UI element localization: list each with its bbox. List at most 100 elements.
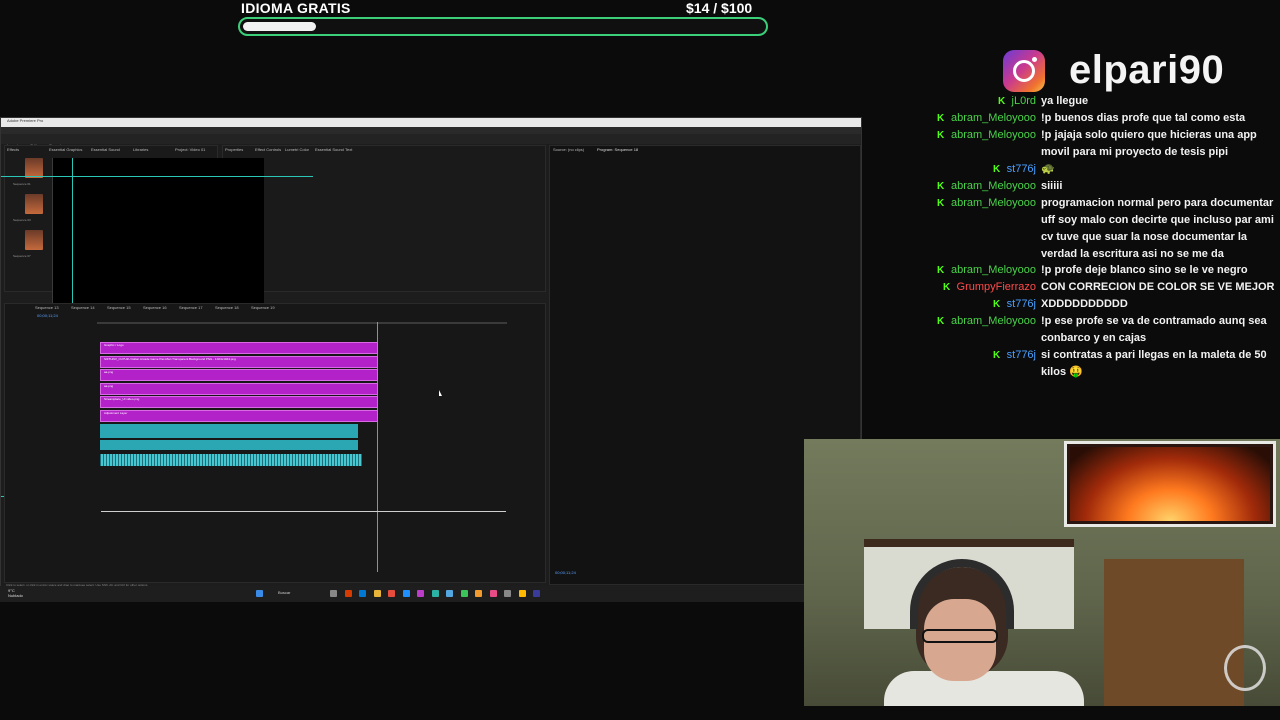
project-thumbnail[interactable] <box>25 194 43 214</box>
brand-name: elpari90 <box>1069 48 1225 92</box>
workspace-tabs: ImportEditExport <box>1 134 861 148</box>
goal-title: IDIOMA GRATIS <box>241 0 351 16</box>
stream-layout: IDIOMA GRATIS $14 / $100 elpari90 KjL0rd… <box>0 0 1280 720</box>
clip-label: SIFTHNV_CU7U2U Italian Arcade Game Pac-M… <box>104 356 236 361</box>
taskbar-app-icon[interactable] <box>460 590 468 597</box>
chat-username[interactable]: abram_Meloyooo <box>951 313 1036 330</box>
project-item-label: Sequence 03 <box>13 218 31 222</box>
project-tab[interactable]: Libraries <box>133 147 148 152</box>
kick-icon: K <box>937 198 945 209</box>
desk <box>1104 559 1244 706</box>
watermark-logo <box>1224 645 1266 691</box>
chat-username[interactable]: abram_Meloyooo <box>951 110 1036 127</box>
window-title: Adobe Premiere Pro <box>7 118 44 123</box>
project-tab[interactable]: Project: Video 01 <box>175 147 205 152</box>
chat-text: siiiii <box>1041 180 1063 192</box>
video-clip[interactable]: aa.png <box>100 382 378 395</box>
chat-text: programacion normal pero para documentar… <box>1041 197 1274 260</box>
weather-widget[interactable]: 9°C Nublado <box>8 588 23 598</box>
video-clip[interactable]: Adjustment Layer <box>100 410 378 422</box>
project-tab[interactable]: Essential Graphics <box>49 147 82 152</box>
effect-tab[interactable]: Text <box>345 147 352 152</box>
chat-username[interactable]: jL0rd <box>1012 93 1036 110</box>
chat-message: KjL0rd ya llegue <box>920 93 1280 110</box>
timeline-clips: Graphic / Logo SIFTHNV_CU7U2U Italian Arc… <box>5 304 547 584</box>
chat-username[interactable]: abram_Meloyooo <box>951 178 1036 195</box>
kick-icon: K <box>937 316 945 327</box>
chat-text: XDDDDDDDDDD <box>1041 298 1128 310</box>
kick-icon: K <box>937 130 945 141</box>
taskbar-app-icon[interactable] <box>359 590 366 597</box>
video-clip[interactable]: Streamplace_UI video.png <box>100 396 378 409</box>
effect-tab[interactable]: Lumetri Color <box>285 147 309 152</box>
program-timecode: 00;00;11;24 <box>555 570 576 575</box>
track-divider <box>101 511 506 512</box>
taskbar-app-icon[interactable] <box>344 590 352 597</box>
source-tab[interactable]: Source: (no clips) <box>553 147 584 152</box>
chat-username[interactable]: st776j <box>1007 296 1036 313</box>
goal-amount: $14 / $100 <box>686 0 753 16</box>
clip-label: aa.png <box>104 370 114 375</box>
chat-message: K GrumpyFierrazo CON CORRECION DE COLOR SE… <box>920 279 1280 296</box>
effect-tab[interactable]: Properties <box>225 147 243 152</box>
taskbar-app-icon[interactable] <box>518 590 526 597</box>
video-clip-teal[interactable] <box>100 440 358 450</box>
goal-progress-bar <box>238 17 768 36</box>
video-clip-teal[interactable] <box>100 424 358 438</box>
taskbar-app-icon[interactable] <box>417 590 424 597</box>
chat-message: Kabram_Meloyooo siiiii <box>920 178 1280 195</box>
chat-username[interactable]: GrumpyFierrazo <box>957 279 1036 296</box>
mouse-cursor <box>439 390 442 396</box>
goal-progress-fill <box>243 22 317 31</box>
effect-tab[interactable]: Effect Controls <box>255 147 281 152</box>
taskbar-app-icon[interactable] <box>446 590 453 597</box>
audio-clip[interactable] <box>100 454 362 466</box>
project-item-label: Sequence 07 <box>13 254 31 258</box>
taskbar-app-icon[interactable] <box>489 590 497 597</box>
chat-text: !p buenos dias profe que tal como esta <box>1041 112 1246 124</box>
project-tab[interactable]: Effects <box>7 147 19 152</box>
taskbar-app-icon[interactable] <box>330 590 337 597</box>
chat-message: Kabram_Meloyooo !p ese profe se va de con… <box>920 313 1280 347</box>
taskbar-app-icon[interactable] <box>402 590 410 597</box>
effect-tab[interactable]: Essential Sound <box>315 147 344 152</box>
chat-message: Kabram_Meloyooo !p profe deje blanco sino… <box>920 262 1280 279</box>
project-thumbnail[interactable] <box>25 158 43 178</box>
instagram-icon <box>1003 50 1045 92</box>
project-tab[interactable]: Essential Sound <box>91 147 120 152</box>
video-clip[interactable]: SIFTHNV_CU7U2U Italian Arcade Game Pac-M… <box>100 355 378 368</box>
chat-message: Kabram_Meloyooo !p jajaja solo quiero que… <box>920 127 1280 161</box>
start-icon[interactable] <box>256 590 263 597</box>
chat-username[interactable]: abram_Meloyooo <box>951 195 1036 212</box>
taskbar-app-icon[interactable] <box>504 590 511 597</box>
chat-username[interactable]: st776j <box>1007 347 1036 364</box>
chat-feed: KjL0rd ya llegue Kabram_Meloyooo !p buenos … <box>920 93 1280 381</box>
taskbar-app-icon[interactable] <box>431 590 439 597</box>
video-clip[interactable]: aa.png <box>100 369 378 382</box>
taskbar-search[interactable]: Buscar <box>278 590 290 595</box>
taskbar-app-icon[interactable] <box>533 590 540 597</box>
taskbar-app-icon[interactable] <box>388 590 395 597</box>
webcam-feed <box>804 439 1280 706</box>
clip-label: Graphic / Logo <box>104 343 124 347</box>
window-titlebar[interactable]: Adobe Premiere Pro <box>1 118 861 127</box>
chat-text: ya llegue <box>1041 95 1089 107</box>
project-thumbnail[interactable] <box>25 230 43 250</box>
chat-message: Kst776j 🐢 <box>920 161 1280 178</box>
kick-icon: K <box>937 181 945 192</box>
chat-username[interactable]: abram_Meloyooo <box>951 262 1036 279</box>
kick-icon: K <box>993 164 1001 175</box>
chat-username[interactable]: st776j <box>1007 161 1036 178</box>
clip-label: aa.png <box>104 383 114 388</box>
effect-tabs: Properties Effect Controls Lumetri Color Es… <box>225 147 545 153</box>
timeline-panel: Sequence 13 Sequence 14 Sequence 15 Sequenc… <box>4 303 546 583</box>
kick-icon: K <box>937 265 945 276</box>
chat-username[interactable]: abram_Meloyooo <box>951 127 1036 144</box>
chat-text: CON CORRECION DE COLOR SE VE MEJOR <box>1041 281 1275 293</box>
chat-text: !p ese profe se va de contramado aunq se… <box>1041 315 1267 344</box>
project-tabs: Effects Essential Graphics Essential Sound… <box>7 147 217 153</box>
program-tab[interactable]: Program: Sequence 18 <box>597 147 638 152</box>
taskbar-app-icon[interactable] <box>475 590 482 597</box>
taskbar-app-icon[interactable] <box>373 590 381 597</box>
video-clip[interactable]: Graphic / Logo <box>100 342 378 354</box>
